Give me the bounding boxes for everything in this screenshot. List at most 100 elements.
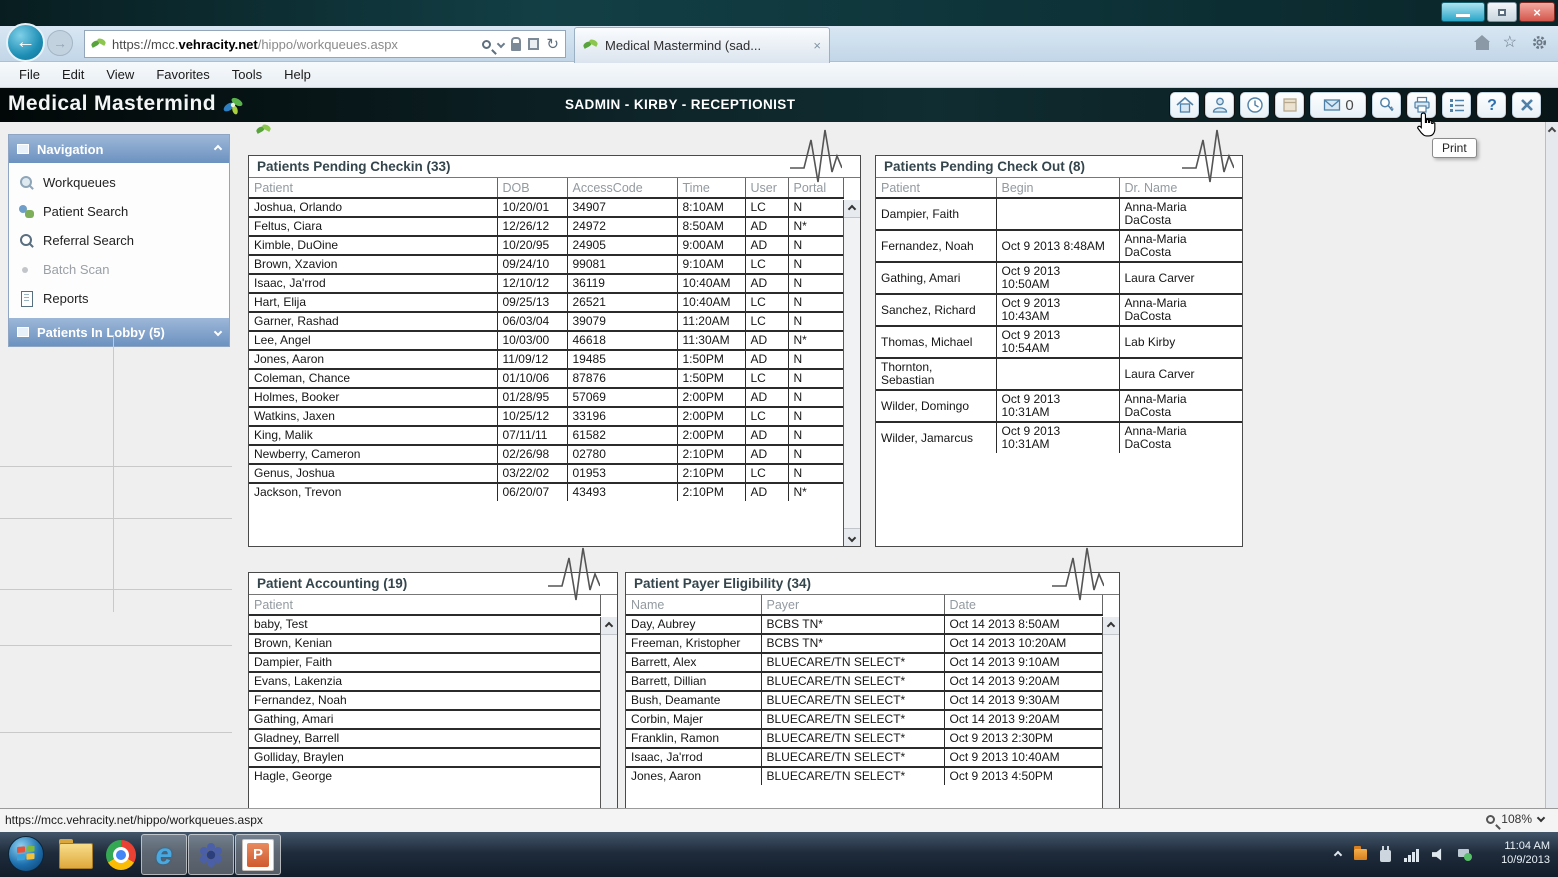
column-header-begin[interactable]: Begin: [996, 178, 1119, 198]
scroll-up-icon[interactable]: [601, 617, 617, 635]
table-row[interactable]: Brown, Xzavion09/24/10990819:10AMLCN: [249, 255, 843, 274]
column-header-patient[interactable]: Patient: [876, 178, 996, 198]
home-icon[interactable]: [1476, 42, 1489, 50]
search-icon[interactable]: [482, 40, 491, 49]
table-row[interactable]: Hart, Elija09/25/132652110:40AMLCN: [249, 293, 843, 312]
table-row[interactable]: Corbin, MajerBLUECARE/TN SELECT*Oct 14 2…: [626, 710, 1102, 729]
table-row[interactable]: Dampier, Faith: [249, 653, 600, 672]
search-key-icon[interactable]: [1371, 91, 1402, 119]
taskbar-powerpoint-button[interactable]: P: [235, 834, 281, 875]
browser-tab[interactable]: Medical Mastermind (sad... ×: [574, 27, 830, 63]
table-row[interactable]: Feltus, Ciara12/26/12249728:50AMADN*: [249, 217, 843, 236]
scroll-up-icon[interactable]: [844, 200, 860, 218]
menu-item-tools[interactable]: Tools: [221, 67, 273, 82]
network-icon[interactable]: [1458, 849, 1472, 861]
table-row[interactable]: Watkins, Jaxen10/25/12331962:00PMLCN: [249, 407, 843, 426]
table-row[interactable]: Bush, DeamanteBLUECARE/TN SELECT*Oct 14 …: [626, 691, 1102, 710]
page-scrollbar[interactable]: [1545, 122, 1558, 808]
tools-gear-icon[interactable]: [1531, 34, 1548, 51]
column-header-user[interactable]: User: [745, 178, 788, 198]
table-row[interactable]: Jones, AaronBLUECARE/TN SELECT*Oct 9 201…: [626, 767, 1102, 785]
sidebar-item-workqueues[interactable]: Workqueues: [9, 168, 229, 197]
table-row[interactable]: Hagle, George: [249, 767, 600, 785]
table-row[interactable]: Franklin, RamonBLUECARE/TN SELECT*Oct 9 …: [626, 729, 1102, 748]
table-row[interactable]: Evans, Lakenzia: [249, 672, 600, 691]
signal-icon[interactable]: [1404, 848, 1419, 862]
table-row[interactable]: Thornton, SebastianLaura Carver: [876, 358, 1242, 390]
tray-app-icon[interactable]: [1354, 849, 1367, 860]
search-dropdown-icon[interactable]: [498, 41, 504, 47]
accounting-scrollbar[interactable]: [600, 617, 617, 808]
table-row[interactable]: Gladney, Barrell: [249, 729, 600, 748]
menu-item-edit[interactable]: Edit: [51, 67, 95, 82]
clock-icon[interactable]: [1239, 91, 1270, 119]
taskbar-ie-button[interactable]: e: [141, 834, 187, 875]
menu-item-file[interactable]: File: [8, 67, 51, 82]
column-header-patient[interactable]: Patient: [249, 178, 497, 198]
column-header-dr-name[interactable]: Dr. Name: [1119, 178, 1242, 198]
table-row[interactable]: Kimble, DuOine10/20/95249059:00AMADN: [249, 236, 843, 255]
table-row[interactable]: Isaac, Ja'rrodBLUECARE/TN SELECT*Oct 9 2…: [626, 748, 1102, 767]
table-row[interactable]: King, Malik07/11/11615822:00PMADN: [249, 426, 843, 445]
column-header-payer[interactable]: Payer: [761, 595, 944, 615]
sidebar-item-patient-search[interactable]: Patient Search: [9, 197, 229, 226]
column-header-accesscode[interactable]: AccessCode: [567, 178, 677, 198]
table-row[interactable]: Holmes, Booker01/28/95570692:00PMADN: [249, 388, 843, 407]
home-icon[interactable]: [1169, 91, 1200, 119]
table-row[interactable]: Day, AubreyBCBS TN*Oct 14 2013 8:50AM: [626, 615, 1102, 634]
refresh-icon[interactable]: ↻: [546, 35, 559, 53]
table-row[interactable]: Barrett, DillianBLUECARE/TN SELECT*Oct 1…: [626, 672, 1102, 691]
tray-expand-icon[interactable]: [1334, 850, 1342, 858]
start-button[interactable]: [8, 836, 44, 872]
table-row[interactable]: Freeman, KristopherBCBS TN*Oct 14 2013 1…: [626, 634, 1102, 653]
scroll-up-icon[interactable]: [1548, 127, 1556, 135]
table-row[interactable]: Fernandez, NoahOct 9 2013 8:48AMAnna-Mar…: [876, 230, 1242, 262]
sidebar-item-reports[interactable]: Reports: [9, 284, 229, 313]
taskbar-explorer-button[interactable]: [52, 834, 98, 875]
taskbar-clock[interactable]: 11:04 AM 10/9/2013: [1501, 839, 1550, 867]
table-row[interactable]: Isaac, Ja'rrod12/10/123611910:40AMADN: [249, 274, 843, 293]
sidebar-item-batch-scan[interactable]: Batch Scan: [9, 255, 229, 284]
table-row[interactable]: Wilder, JamarcusOct 9 2013 10:31AMAnna-M…: [876, 422, 1242, 453]
scroll-down-icon[interactable]: [844, 528, 860, 546]
table-row[interactable]: Dampier, FaithAnna-Maria DaCosta: [876, 198, 1242, 230]
table-row[interactable]: Brown, Kenian: [249, 634, 600, 653]
worklist-icon[interactable]: [1441, 91, 1472, 119]
table-row[interactable]: Thomas, MichaelOct 9 2013 10:54AMLab Kir…: [876, 326, 1242, 358]
compatibility-icon[interactable]: [528, 38, 539, 50]
table-row[interactable]: Garner, Rashad06/03/043907911:20AMLCN: [249, 312, 843, 331]
table-row[interactable]: Joshua, Orlando10/20/01349078:10AMLCN: [249, 198, 843, 217]
calendar-icon[interactable]: [1274, 91, 1305, 119]
user-icon[interactable]: [1204, 91, 1235, 119]
table-row[interactable]: Lee, Angel10/03/004661811:30AMADN*: [249, 331, 843, 350]
table-row[interactable]: Genus, Joshua03/22/02019532:10PMLCN: [249, 464, 843, 483]
scroll-up-icon[interactable]: [1103, 617, 1119, 635]
table-row[interactable]: Jackson, Trevon06/20/07434932:10PMADN*: [249, 483, 843, 501]
forward-button[interactable]: →: [47, 30, 73, 56]
table-row[interactable]: Gathing, Amari: [249, 710, 600, 729]
mail-icon[interactable]: 0: [1309, 91, 1367, 119]
power-icon[interactable]: [1380, 850, 1391, 862]
checkin-scrollbar[interactable]: [843, 200, 860, 546]
column-header-name[interactable]: Name: [626, 595, 761, 615]
taskbar-flower-app-button[interactable]: [188, 834, 234, 875]
table-row[interactable]: Coleman, Chance01/10/06878761:50PMLCN: [249, 369, 843, 388]
close-app-icon[interactable]: [1511, 91, 1542, 119]
taskbar-chrome-button[interactable]: [98, 834, 144, 875]
table-row[interactable]: Gathing, AmariOct 9 2013 10:50AMLaura Ca…: [876, 262, 1242, 294]
menu-item-favorites[interactable]: Favorites: [145, 67, 220, 82]
table-row[interactable]: Wilder, DomingoOct 9 2013 10:31AMAnna-Ma…: [876, 390, 1242, 422]
volume-icon[interactable]: [1432, 848, 1445, 861]
menu-item-view[interactable]: View: [95, 67, 145, 82]
table-row[interactable]: Fernandez, Noah: [249, 691, 600, 710]
zoom-control[interactable]: 108%: [1486, 812, 1544, 826]
back-button[interactable]: ←: [6, 23, 45, 62]
address-bar[interactable]: https://mcc.vehracity.net/hippo/workqueu…: [84, 30, 566, 58]
window-minimize-button[interactable]: [1441, 2, 1485, 22]
table-row[interactable]: baby, Test: [249, 615, 600, 634]
table-row[interactable]: Golliday, Braylen: [249, 748, 600, 767]
tab-close-icon[interactable]: ×: [813, 38, 821, 53]
column-header-dob[interactable]: DOB: [497, 178, 567, 198]
table-row[interactable]: Sanchez, RichardOct 9 2013 10:43AMAnna-M…: [876, 294, 1242, 326]
table-row[interactable]: Barrett, AlexBLUECARE/TN SELECT*Oct 14 2…: [626, 653, 1102, 672]
